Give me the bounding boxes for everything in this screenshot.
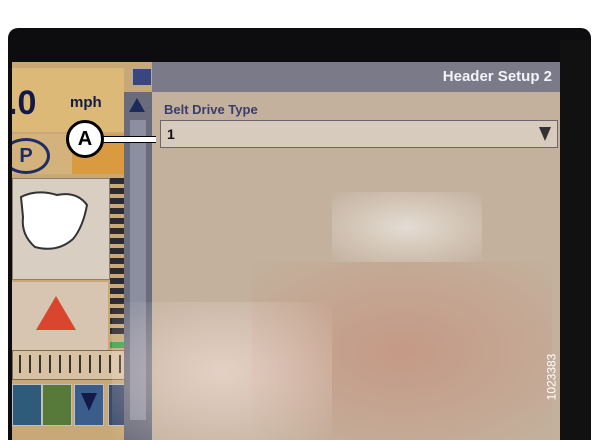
photo-frame: .0 mph P	[0, 0, 601, 440]
header-map-tile	[12, 178, 110, 280]
display-screen: .0 mph P	[12, 62, 560, 440]
callout-leader-line	[102, 136, 156, 143]
page-icon	[132, 68, 152, 86]
page-title: Header Setup 2	[442, 68, 552, 85]
park-indicator: P	[12, 134, 72, 174]
dropdown-value: 1	[167, 126, 175, 142]
belt-drive-type-label: Belt Drive Type	[164, 102, 258, 117]
speed-readout: .0 mph	[12, 68, 124, 132]
header-outline-icon	[19, 191, 89, 250]
softkey-1[interactable]	[12, 384, 42, 426]
figure-number: 1023383	[544, 330, 588, 430]
speed-unit: mph	[70, 94, 102, 111]
warning-tile	[12, 282, 108, 350]
glare-spot	[332, 192, 482, 262]
down-arrow-icon	[81, 393, 97, 411]
glare-spot	[112, 302, 332, 440]
figure-number-text: 1023383	[544, 353, 559, 401]
callout-a: A	[66, 120, 104, 158]
scroll-up-icon[interactable]	[129, 98, 145, 112]
warning-triangle-icon	[36, 296, 76, 330]
softkey-2[interactable]	[42, 384, 72, 426]
speed-value: .0	[12, 84, 37, 122]
chevron-down-icon[interactable]	[539, 127, 551, 141]
softkey-down[interactable]	[74, 384, 104, 426]
belt-drive-type-dropdown[interactable]: 1	[160, 120, 558, 148]
setup-page: Header Setup 2 Belt Drive Type 1	[112, 62, 560, 440]
title-bar: Header Setup 2	[132, 62, 560, 92]
park-icon: P	[12, 138, 50, 174]
